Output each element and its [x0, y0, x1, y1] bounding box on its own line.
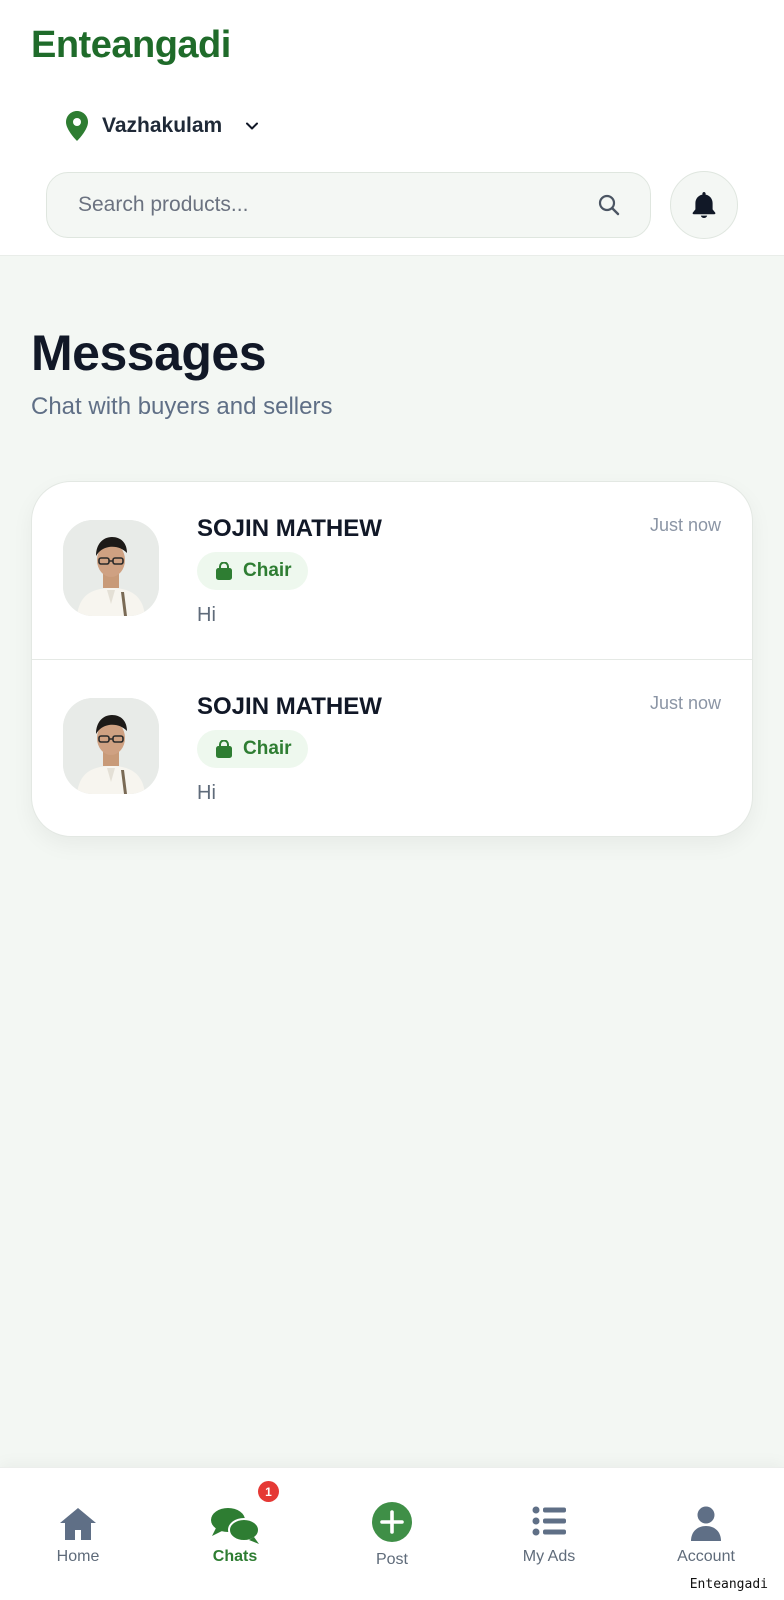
avatar — [63, 520, 159, 616]
conversation-list: SOJIN MATHEW Just now Chair Hi SOJIN MAT… — [31, 481, 753, 837]
nav-account-label: Account — [677, 1548, 735, 1565]
search-bar — [46, 172, 651, 238]
page-subtitle: Chat with buyers and sellers — [31, 393, 333, 420]
brand-logo[interactable]: Enteangadi — [31, 24, 231, 67]
user-icon — [691, 1506, 721, 1541]
search-input[interactable] — [47, 193, 597, 217]
avatar — [63, 698, 159, 794]
user-photo — [63, 520, 159, 616]
contact-name: SOJIN MATHEW — [197, 515, 382, 542]
map-pin-icon — [66, 111, 88, 141]
message-time: Just now — [649, 693, 721, 713]
nav-home-label: Home — [56, 1548, 100, 1565]
product-name: Chair — [243, 560, 292, 581]
user-photo — [63, 698, 159, 794]
bell-icon — [692, 192, 716, 218]
product-tag: Chair — [197, 730, 308, 768]
conversation-item[interactable]: SOJIN MATHEW Just now Chair Hi — [32, 659, 752, 836]
home-icon — [60, 1508, 96, 1540]
conversation-item[interactable]: SOJIN MATHEW Just now Chair Hi — [32, 482, 752, 659]
contact-name: SOJIN MATHEW — [197, 693, 382, 720]
nav-my-ads-label: My Ads — [522, 1548, 576, 1565]
bottom-navigation: Home Chats 1 Post My Ads Account — [0, 1467, 784, 1600]
nav-post[interactable]: Post — [332, 1468, 452, 1600]
nav-post-label: Post — [375, 1551, 408, 1568]
location-selector[interactable]: Vazhakulam — [66, 110, 260, 142]
message-preview: Hi — [197, 604, 216, 626]
notifications-button[interactable] — [670, 171, 738, 239]
list-icon — [532, 1506, 566, 1536]
watermark: Enteangadi — [689, 1577, 768, 1592]
unread-badge: 1 — [258, 1481, 279, 1502]
shopping-bag-icon — [216, 739, 232, 758]
app-header: Enteangadi Vazhakulam — [0, 0, 784, 256]
message-preview: Hi — [197, 782, 216, 804]
chat-icon — [211, 1508, 260, 1544]
shopping-bag-icon — [216, 561, 232, 580]
message-time: Just now — [649, 515, 721, 535]
nav-home[interactable]: Home — [18, 1468, 138, 1600]
nav-chats-label: Chats — [212, 1548, 258, 1565]
product-tag: Chair — [197, 552, 308, 590]
plus-circle-icon — [372, 1502, 412, 1542]
page-title: Messages — [31, 325, 267, 381]
product-name: Chair — [243, 738, 292, 759]
chevron-down-icon — [246, 122, 259, 130]
location-label: Vazhakulam — [102, 114, 223, 137]
nav-my-ads[interactable]: My Ads — [489, 1468, 609, 1600]
search-icon[interactable] — [597, 193, 621, 217]
